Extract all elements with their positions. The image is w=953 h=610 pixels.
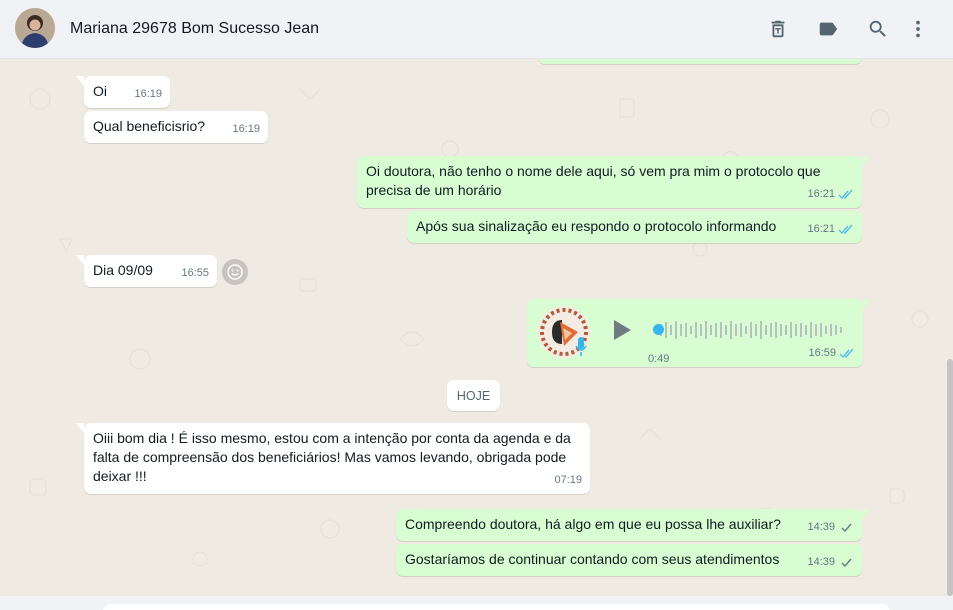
message-time: 14:39 <box>807 521 835 533</box>
chat-header: Mariana 29678 Bom Sucesso Jean <box>0 0 953 59</box>
bubble-tail <box>863 299 871 309</box>
single-check-sent-icon <box>841 523 852 533</box>
message-time: 07:19 <box>554 474 582 486</box>
message-meta: 14:39 <box>807 518 854 537</box>
microphone-icon <box>575 337 587 356</box>
bubble-tail <box>862 509 870 519</box>
message-meta: 16:21 <box>807 185 854 204</box>
message-time: 16:19 <box>232 123 260 135</box>
message-text-line: Oiii bom dia ! É isso mesmo, estou com a… <box>93 430 571 446</box>
message-text: Após sua sinalização eu respondo o proto… <box>416 218 777 234</box>
message-bubble-outgoing[interactable]: Oi doutora, não tenho o nome dele aqui, … <box>357 156 870 208</box>
bubble-tail <box>862 156 870 166</box>
search-icon[interactable] <box>866 17 890 41</box>
message-bubble-incoming[interactable]: Oiii bom dia ! É isso mesmo, estou com a… <box>76 423 590 494</box>
message-time: 16:21 <box>807 223 835 235</box>
message-meta: 14:39 <box>807 553 854 572</box>
message-meta: 16:21 <box>807 220 854 239</box>
message-text-line: precisa de um horário <box>366 182 502 198</box>
message-input[interactable] <box>103 604 890 610</box>
bubble-tail <box>76 255 84 265</box>
smiley-icon <box>227 264 243 280</box>
audio-progress-handle[interactable] <box>653 324 664 335</box>
message-text: Oi <box>93 83 107 99</box>
message-time: 16:55 <box>181 267 209 279</box>
message-text-line: Oi doutora, não tenho o nome dele aqui, … <box>366 163 821 179</box>
voice-duration: 0:49 <box>648 353 670 365</box>
contact-avatar[interactable] <box>15 8 55 48</box>
emoji-reaction-button[interactable] <box>222 259 248 285</box>
message-text: Gostaríamos de continuar contando com se… <box>405 551 780 567</box>
message-bubble-incoming[interactable]: Qual beneficisrio? 16:19 <box>84 111 268 143</box>
date-divider: HOJE <box>447 380 500 411</box>
message-bubble-outgoing[interactable]: Após sua sinalização eu respondo o proto… <box>407 211 862 243</box>
double-check-read-icon <box>838 189 853 200</box>
voice-message-bubble[interactable]: 0:49 16:59 <box>527 299 871 367</box>
double-check-read-icon <box>839 348 854 359</box>
double-check-read-icon <box>838 224 853 235</box>
chat-title[interactable]: Mariana 29678 Bom Sucesso Jean <box>70 20 319 38</box>
message-text: Qual beneficisrio? <box>93 118 206 134</box>
message-text-line: deixar !!! <box>93 468 147 484</box>
message-meta: 16:59 <box>808 344 855 363</box>
chat-scrollbar[interactable] <box>947 359 953 596</box>
bubble-tail <box>76 76 84 86</box>
message-bubble-incoming[interactable]: Dia 09/09 16:55 <box>76 255 217 287</box>
bubble-tail <box>76 423 84 433</box>
play-icon[interactable] <box>611 319 633 341</box>
message-time: 16:21 <box>807 188 835 200</box>
message-text-line: falta de compreensão dos beneficiários! … <box>93 449 567 465</box>
menu-icon[interactable] <box>906 17 930 41</box>
message-bubble-outgoing[interactable]: Compreendo doutora, há algo em que eu po… <box>396 509 870 541</box>
chat-area: Oi 16:19 Qual beneficisrio? 16:19 Oi dou… <box>0 59 953 596</box>
single-check-sent-icon <box>841 558 852 568</box>
message-time: 16:19 <box>134 88 162 100</box>
message-time: 14:39 <box>807 556 835 568</box>
message-text: Dia 09/09 <box>93 262 153 278</box>
label-icon[interactable] <box>816 17 840 41</box>
message-bubble-partial[interactable] <box>538 59 862 64</box>
message-time: 16:59 <box>808 347 836 359</box>
audio-waveform[interactable] <box>655 319 843 341</box>
message-bubble-incoming[interactable]: Oi 16:19 <box>76 76 170 108</box>
message-text: Compreendo doutora, há algo em que eu po… <box>405 516 781 532</box>
delete-icon[interactable] <box>766 17 790 41</box>
message-bubble-outgoing[interactable]: Gostaríamos de continuar contando com se… <box>396 544 862 576</box>
